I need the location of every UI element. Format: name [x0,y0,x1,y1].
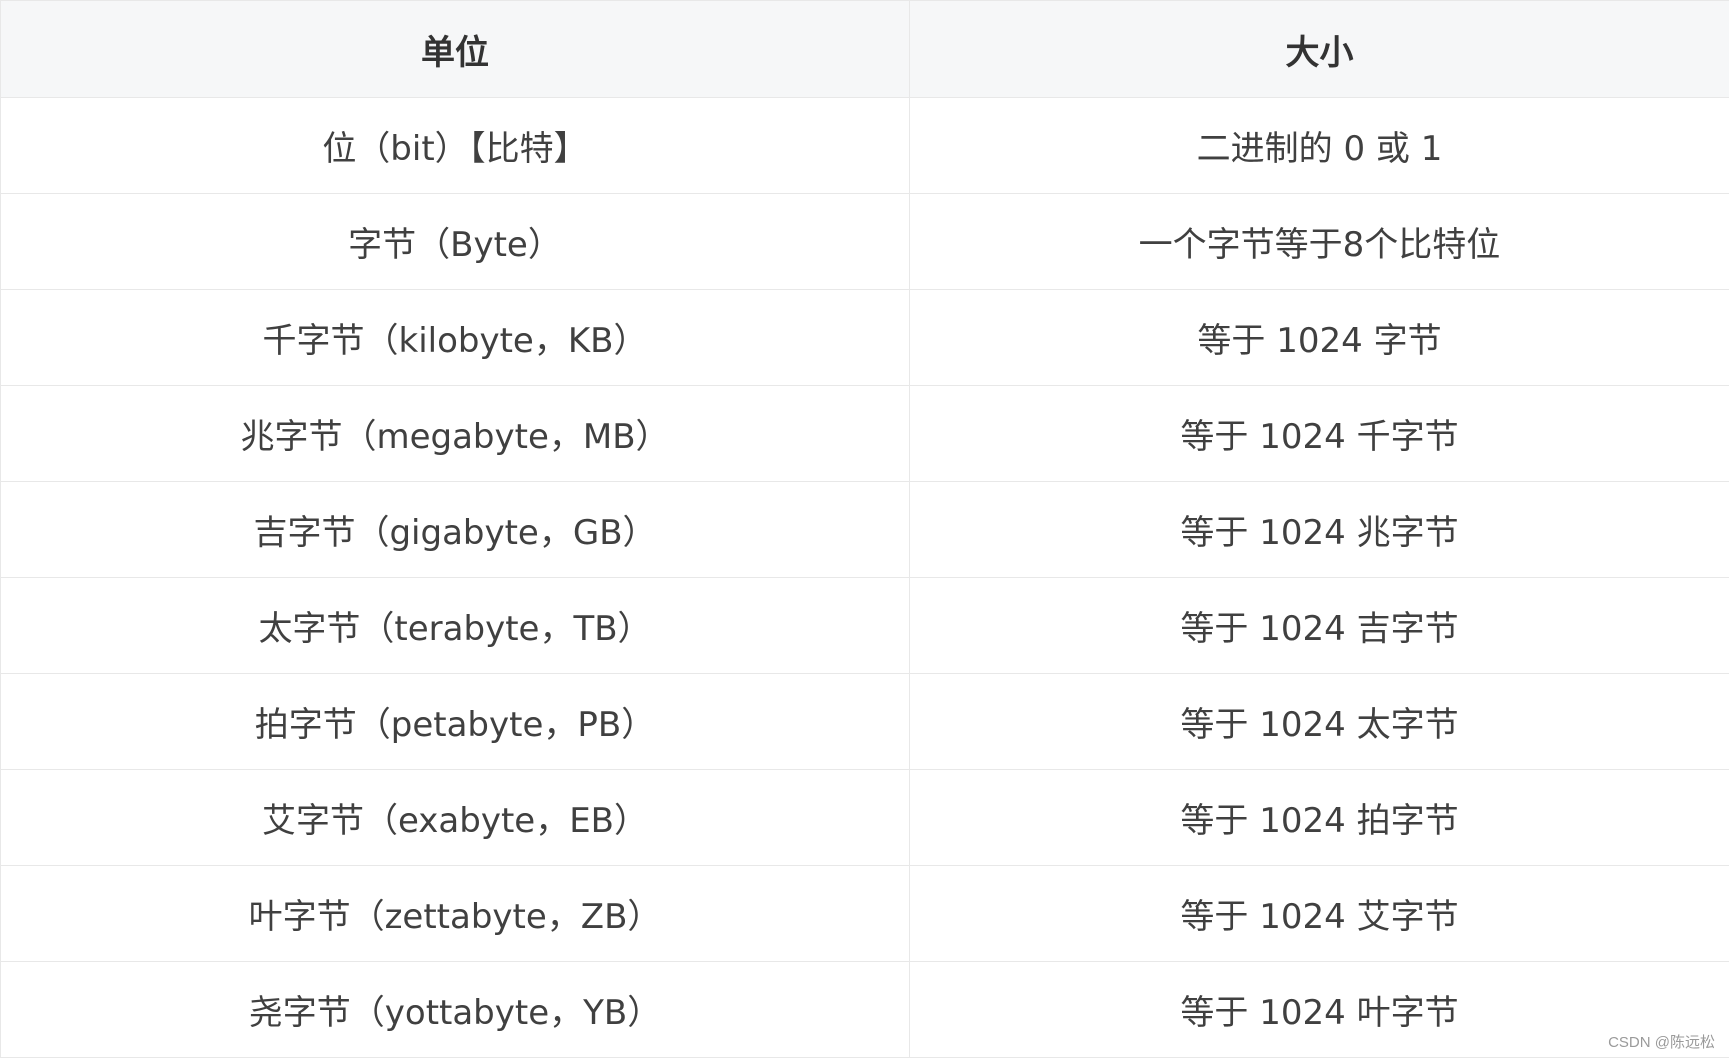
size-cell: 等于 1024 艾字节 [909,865,1729,962]
table-header: 单位 大小 [0,0,1729,98]
table-row: 吉字节（gigabyte，GB） 等于 1024 兆字节 [0,481,1729,578]
size-cell: 等于 1024 千字节 [909,385,1729,482]
table-row: 尧字节（yottabyte，YB） 等于 1024 叶字节 [0,961,1729,1058]
size-cell: 等于 1024 太字节 [909,673,1729,770]
table-row: 艾字节（exabyte，EB） 等于 1024 拍字节 [0,769,1729,866]
csdn-watermark: CSDN @陈远松 [1608,1034,1715,1051]
header-cell-size: 大小 [909,0,1729,98]
unit-cell: 拍字节（petabyte，PB） [0,673,910,770]
unit-cell: 艾字节（exabyte，EB） [0,769,910,866]
unit-cell: 千字节（kilobyte，KB） [0,289,910,386]
table-body: 位（bit）【比特】 二进制的 0 或 1 字节（Byte） 一个字节等于8个比… [0,97,1729,1058]
table-row: 字节（Byte） 一个字节等于8个比特位 [0,193,1729,290]
table-row: 太字节（terabyte，TB） 等于 1024 吉字节 [0,577,1729,674]
header-cell-unit: 单位 [0,0,910,98]
unit-cell: 太字节（terabyte，TB） [0,577,910,674]
unit-cell: 位（bit）【比特】 [0,97,910,194]
size-cell: 等于 1024 兆字节 [909,481,1729,578]
size-cell: 等于 1024 吉字节 [909,577,1729,674]
size-cell: 等于 1024 叶字节 [909,961,1729,1058]
size-cell: 一个字节等于8个比特位 [909,193,1729,290]
unit-cell: 吉字节（gigabyte，GB） [0,481,910,578]
unit-cell: 叶字节（zettabyte，ZB） [0,865,910,962]
unit-size-table: 单位 大小 位（bit）【比特】 二进制的 0 或 1 字节（Byte） 一个字… [0,0,1729,1058]
header-row: 单位 大小 [0,0,1729,98]
size-cell: 二进制的 0 或 1 [909,97,1729,194]
unit-cell: 兆字节（megabyte，MB） [0,385,910,482]
table-row: 位（bit）【比特】 二进制的 0 或 1 [0,97,1729,194]
unit-cell: 字节（Byte） [0,193,910,290]
table-row: 千字节（kilobyte，KB） 等于 1024 字节 [0,289,1729,386]
table-row: 兆字节（megabyte，MB） 等于 1024 千字节 [0,385,1729,482]
unit-cell: 尧字节（yottabyte，YB） [0,961,910,1058]
size-cell: 等于 1024 拍字节 [909,769,1729,866]
size-cell: 等于 1024 字节 [909,289,1729,386]
table-row: 拍字节（petabyte，PB） 等于 1024 太字节 [0,673,1729,770]
table-row: 叶字节（zettabyte，ZB） 等于 1024 艾字节 [0,865,1729,962]
